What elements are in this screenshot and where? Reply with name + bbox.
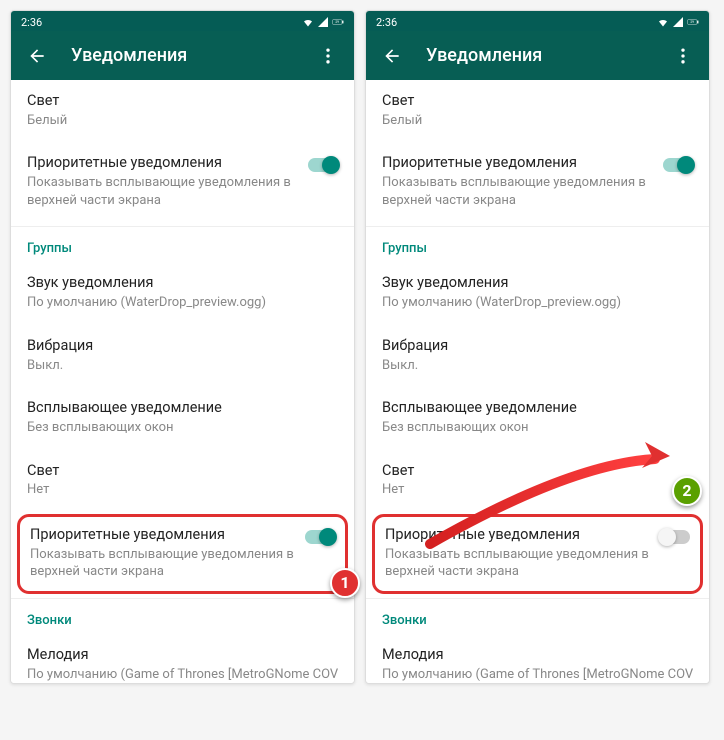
back-icon[interactable] — [27, 46, 47, 66]
status-bar: 2:36 29 — [366, 11, 709, 31]
settings-list: Свет Белый Приоритетные уведомления Пока… — [11, 80, 354, 683]
setting-light[interactable]: Свет Белый — [366, 80, 709, 142]
toggle-priority-top[interactable] — [308, 158, 338, 172]
wifi-icon — [657, 16, 669, 28]
section-header-calls: Звонки — [11, 599, 354, 634]
status-time: 2:36 — [21, 16, 42, 29]
section-header-groups: Группы — [11, 227, 354, 262]
annotation-badge-2: 2 — [672, 476, 702, 506]
setting-sound[interactable]: Звук уведомления По умолчанию (WaterDrop… — [11, 262, 354, 324]
section-header-calls: Звонки — [366, 599, 709, 634]
signal-icon — [317, 16, 329, 28]
toggle-priority-groups-on[interactable] — [305, 530, 335, 544]
toggle-priority-groups-off[interactable] — [660, 530, 690, 544]
annotation-badge-1: 1 — [330, 568, 360, 598]
setting-priority-top[interactable]: Приоритетные уведомления Показывать вспл… — [366, 142, 709, 222]
app-bar: Уведомления — [11, 31, 354, 80]
battery-icon: 29 — [332, 16, 344, 28]
setting-ringtone[interactable]: Мелодия По умолчанию (Game of Thrones [M… — [366, 634, 709, 683]
setting-vibration[interactable]: Вибрация Выкл. — [11, 325, 354, 387]
back-icon[interactable] — [382, 46, 402, 66]
more-icon[interactable] — [673, 46, 693, 66]
battery-icon: 29 — [687, 16, 699, 28]
wifi-icon — [302, 16, 314, 28]
setting-priority-groups[interactable]: Приоритетные уведомления Показывать вспл… — [385, 526, 690, 581]
status-time: 2:36 — [376, 16, 397, 29]
phone-right: 2:36 29 Уведомления Свет Белый Приоритет… — [365, 10, 710, 684]
screenshot-pair: 2:36 29 Уведомления Свет Белый Приоритет… — [10, 10, 714, 684]
status-bar: 2:36 29 — [11, 11, 354, 31]
highlight-box-left: Приоритетные уведомления Показывать вспл… — [17, 514, 348, 594]
setting-vibration[interactable]: Вибрация Выкл. — [366, 325, 709, 387]
setting-popup[interactable]: Всплывающее уведомление Без всплывающих … — [11, 387, 354, 449]
setting-priority-top[interactable]: Приоритетные уведомления Показывать вспл… — [11, 142, 354, 222]
app-bar: Уведомления — [366, 31, 709, 80]
setting-popup[interactable]: Всплывающее уведомление Без всплывающих … — [366, 387, 709, 449]
more-icon[interactable] — [318, 46, 338, 66]
svg-text:29: 29 — [690, 20, 694, 24]
setting-sound[interactable]: Звук уведомления По умолчанию (WaterDrop… — [366, 262, 709, 324]
signal-icon — [672, 16, 684, 28]
status-icons: 29 — [302, 16, 344, 28]
settings-list: Свет Белый Приоритетные уведомления Пока… — [366, 80, 709, 683]
svg-text:29: 29 — [335, 20, 339, 24]
highlight-box-right: Приоритетные уведомления Показывать вспл… — [372, 514, 703, 594]
page-title: Уведомления — [426, 45, 649, 66]
phone-left: 2:36 29 Уведомления Свет Белый Приоритет… — [10, 10, 355, 684]
setting-light2[interactable]: Свет Нет — [11, 450, 354, 512]
section-header-groups: Группы — [366, 227, 709, 262]
setting-priority-groups[interactable]: Приоритетные уведомления Показывать вспл… — [30, 526, 335, 581]
toggle-priority-top[interactable] — [663, 158, 693, 172]
page-title: Уведомления — [71, 45, 294, 66]
setting-ringtone[interactable]: Мелодия По умолчанию (Game of Thrones [M… — [11, 634, 354, 683]
setting-light2[interactable]: Свет Нет — [366, 450, 709, 512]
status-icons: 29 — [657, 16, 699, 28]
setting-light[interactable]: Свет Белый — [11, 80, 354, 142]
